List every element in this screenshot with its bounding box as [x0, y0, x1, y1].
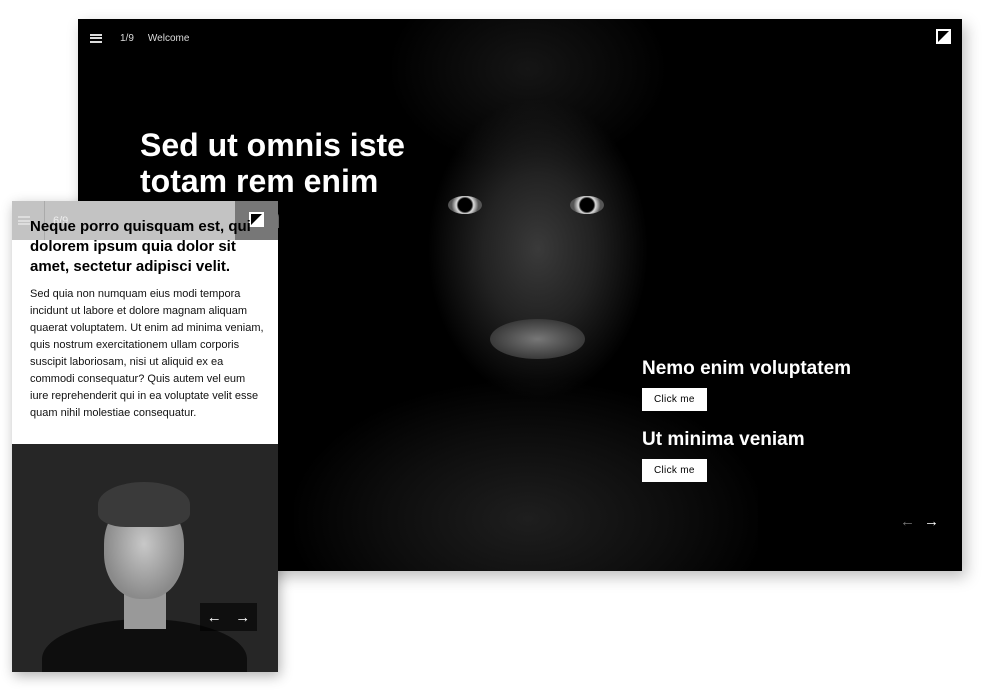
arrow-left-icon[interactable]: ←	[900, 513, 915, 530]
page-title: Welcome	[147, 32, 190, 44]
click-me-button[interactable]: Click me	[642, 388, 707, 411]
menu-icon[interactable]	[90, 33, 102, 43]
slide-nav: ← →	[200, 603, 257, 631]
top-bar: 1/9 Welcome	[78, 19, 962, 57]
arrow-right-icon[interactable]: →	[235, 609, 250, 626]
arrow-right-icon[interactable]: →	[924, 513, 939, 530]
mobile-preview: 6/9 Neque porro quisquam est, qui dolore…	[12, 201, 278, 672]
mobile-body-text: Sed quia non numquam eius modi tempora i…	[30, 288, 264, 419]
menu-icon[interactable]	[18, 216, 30, 225]
portrait-lips	[490, 319, 585, 359]
cta-heading: Nemo enim voluptatem	[642, 358, 852, 379]
mobile-heading: Neque porro quisquam est, qui dolorem ip…	[30, 218, 251, 275]
logo-icon[interactable]	[936, 29, 951, 44]
cta-heading: Ut minima veniam	[642, 429, 805, 450]
click-me-button[interactable]: Click me	[642, 459, 707, 482]
portrait-photo: ← →	[12, 444, 278, 672]
arrow-left-icon[interactable]: ←	[207, 609, 222, 626]
page-indicator: 1/9	[120, 32, 134, 44]
